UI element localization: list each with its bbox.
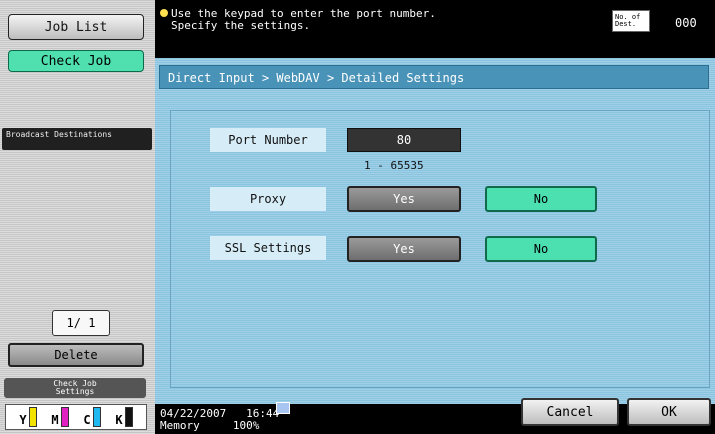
lightbulb-icon	[160, 9, 168, 17]
delete-button[interactable]: Delete	[8, 343, 144, 367]
dest-count: 000	[675, 16, 697, 30]
dest-count-label: No. of Dest.	[612, 10, 650, 32]
breadcrumb: Direct Input > WebDAV > Detailed Setting…	[159, 65, 709, 89]
ok-button[interactable]: OK	[627, 398, 711, 426]
toner-y-bar	[28, 407, 37, 427]
memory-label: Memory	[160, 419, 200, 432]
instruction-message: Use the keypad to enter the port number.…	[160, 8, 436, 32]
port-number-field[interactable]: 80	[347, 128, 461, 152]
proxy-no-button[interactable]: No	[485, 186, 597, 212]
toner-y: Y	[19, 407, 37, 427]
port-number-label: Port Number	[210, 128, 326, 152]
status-bar: 04/22/2007 16:44 Memory 100%	[160, 408, 279, 432]
ssl-no-button[interactable]: No	[485, 236, 597, 262]
toner-y-label: Y	[19, 413, 27, 427]
toner-m-label: M	[51, 413, 59, 427]
port-range: 1 - 65535	[364, 159, 424, 172]
check-job-settings-line2: Settings	[55, 387, 95, 396]
network-icon	[276, 402, 290, 414]
proxy-yes-button[interactable]: Yes	[347, 186, 461, 212]
toner-levels: Y M C K	[5, 404, 147, 430]
check-job-button[interactable]: Check Job	[8, 50, 144, 72]
check-job-settings-button[interactable]: Check Job Settings	[4, 378, 146, 398]
ssl-yes-button[interactable]: Yes	[347, 236, 461, 262]
toner-k: K	[115, 407, 133, 427]
page-indicator: 1/ 1	[52, 310, 110, 336]
message-line2: Specify the settings.	[171, 19, 311, 32]
toner-k-bar	[124, 407, 133, 427]
toner-c-label: C	[83, 413, 91, 427]
toner-m: M	[51, 407, 69, 427]
broadcast-destinations-tab[interactable]: Broadcast Destinations	[2, 128, 152, 150]
toner-k-label: K	[115, 413, 123, 427]
cancel-button[interactable]: Cancel	[521, 398, 619, 426]
toner-c-bar	[92, 407, 101, 427]
proxy-label: Proxy	[210, 187, 326, 211]
ssl-settings-label: SSL Settings	[210, 236, 326, 260]
memory-value: 100%	[232, 419, 260, 432]
toner-c: C	[83, 407, 101, 427]
toner-m-bar	[60, 407, 69, 427]
job-list-button[interactable]: Job List	[8, 14, 144, 40]
